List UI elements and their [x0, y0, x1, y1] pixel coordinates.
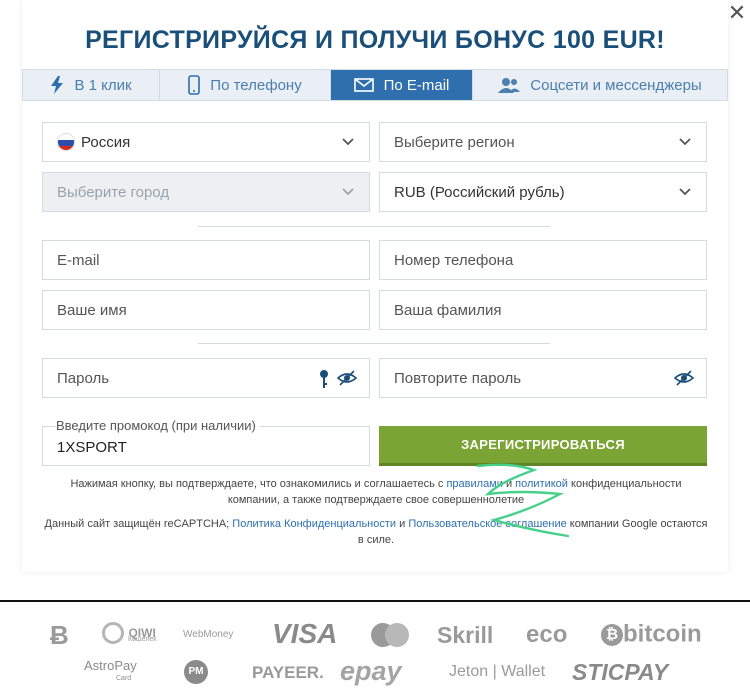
bitcoin-text: bitcoin [623, 620, 702, 648]
chevron-down-icon [341, 185, 355, 203]
tab-one-click[interactable]: В 1 клик [23, 70, 160, 100]
tab-label: Соцсети и мессенджеры [530, 76, 702, 94]
key-icon[interactable] [319, 369, 329, 393]
country-select[interactable]: Россия [42, 122, 370, 162]
email-placeholder: E-mail [57, 251, 100, 269]
tab-label: По телефону [210, 76, 302, 94]
registration-tabs: В 1 клик По телефону По E-mail Соцсети и… [22, 69, 728, 101]
perfect-money-logo: PM [184, 660, 208, 684]
tab-label: В 1 клик [74, 76, 132, 94]
last-name-field[interactable]: Ваша фамилия [379, 290, 707, 330]
phone-placeholder: Номер телефона [394, 251, 514, 269]
astropay-logo: AstroPay [84, 658, 137, 673]
qiwi-subtext: Кошелек [128, 636, 157, 643]
tab-phone[interactable]: По телефону [160, 70, 331, 100]
page-title: РЕГИСТРИРУЙСЯ И ПОЛУЧИ БОНУС 100 EUR! [85, 26, 665, 54]
envelope-icon [353, 78, 374, 92]
country-value: Россия [81, 133, 131, 151]
currency-value: RUB (Российский рубль) [394, 183, 565, 201]
handwritten-squiggle-decoration [476, 463, 570, 538]
payeer-logo: PAYEER. [252, 663, 324, 682]
chevron-down-icon [678, 135, 692, 153]
sticpay-logo: STICPAY [572, 659, 669, 685]
first-name-placeholder: Ваше имя [57, 301, 127, 319]
first-name-field[interactable]: Ваше имя [42, 290, 370, 330]
people-icon [498, 77, 521, 93]
recaptcha-note: Данный сайт защищён reCAPTCHA; Политика … [44, 516, 708, 548]
astropay-sub: Card [116, 675, 132, 682]
jeton-wallet-logo: Jeton | Wallet [449, 663, 546, 680]
password-placeholder: Пароль [57, 369, 110, 387]
phone-field[interactable]: Номер телефона [379, 240, 707, 280]
qiwi-circle-icon [102, 622, 124, 644]
promo-code-value: 1XSPORT [57, 439, 127, 456]
eye-icon[interactable] [673, 369, 695, 391]
recaptcha-text: Данный сайт защищён reCAPTCHA; [44, 518, 233, 530]
section-divider [198, 226, 550, 227]
payment-partners: Ƀ QIWI Кошелек WebMoney VISA Skrill eco … [0, 602, 750, 696]
password-repeat-field[interactable]: Повторите пароль [379, 358, 707, 398]
city-select: Выберите город [42, 172, 370, 212]
section-divider [198, 343, 550, 344]
privacy-policy-link[interactable]: Политика Конфиденциальности [232, 518, 396, 530]
lightning-icon [50, 76, 64, 94]
city-placeholder: Выберите город [57, 183, 170, 201]
phone-icon [188, 75, 201, 95]
russia-flag-icon [57, 133, 75, 151]
region-placeholder: Выберите регион [394, 133, 515, 151]
bitcoin-coin-icon: ₿ [601, 623, 623, 646]
tab-label: По E-mail [383, 76, 450, 94]
webmoney-logo: WebMoney [183, 629, 234, 640]
terms-note: Нажимая кнопку, вы подтверждаете, что оз… [44, 476, 708, 508]
skrill-logo: Skrill [437, 622, 494, 648]
promo-code-label: Введите промокод (при наличии) [56, 418, 259, 433]
region-select[interactable]: Выберите регион [379, 122, 707, 162]
epay-logo: epay [340, 656, 402, 686]
close-icon[interactable]: ✕ [726, 2, 748, 24]
eco-logo: eco [526, 621, 568, 648]
recaptcha-text: и [396, 518, 409, 530]
tab-email[interactable]: По E-mail [331, 70, 473, 100]
email-field[interactable]: E-mail [42, 240, 370, 280]
chevron-down-icon [678, 185, 692, 203]
last-name-placeholder: Ваша фамилия [394, 301, 502, 319]
currency-select[interactable]: RUB (Российский рубль) [379, 172, 707, 212]
password-field[interactable]: Пароль [42, 358, 370, 398]
visa-logo: VISA [272, 618, 338, 649]
brand-b-logo-icon: Ƀ [50, 620, 69, 650]
tab-social[interactable]: Соцсети и мессенджеры [473, 70, 727, 100]
eye-icon[interactable] [336, 369, 358, 391]
chevron-down-icon [341, 135, 355, 153]
qiwi-logo: QIWI Кошелек [102, 622, 156, 644]
mastercard-logo-icon [370, 622, 410, 653]
bitcoin-logo: ₿ bitcoin [601, 620, 702, 649]
terms-text: Нажимая кнопку, вы подтверждаете, что оз… [70, 478, 447, 490]
password-repeat-placeholder: Повторите пароль [394, 369, 522, 387]
